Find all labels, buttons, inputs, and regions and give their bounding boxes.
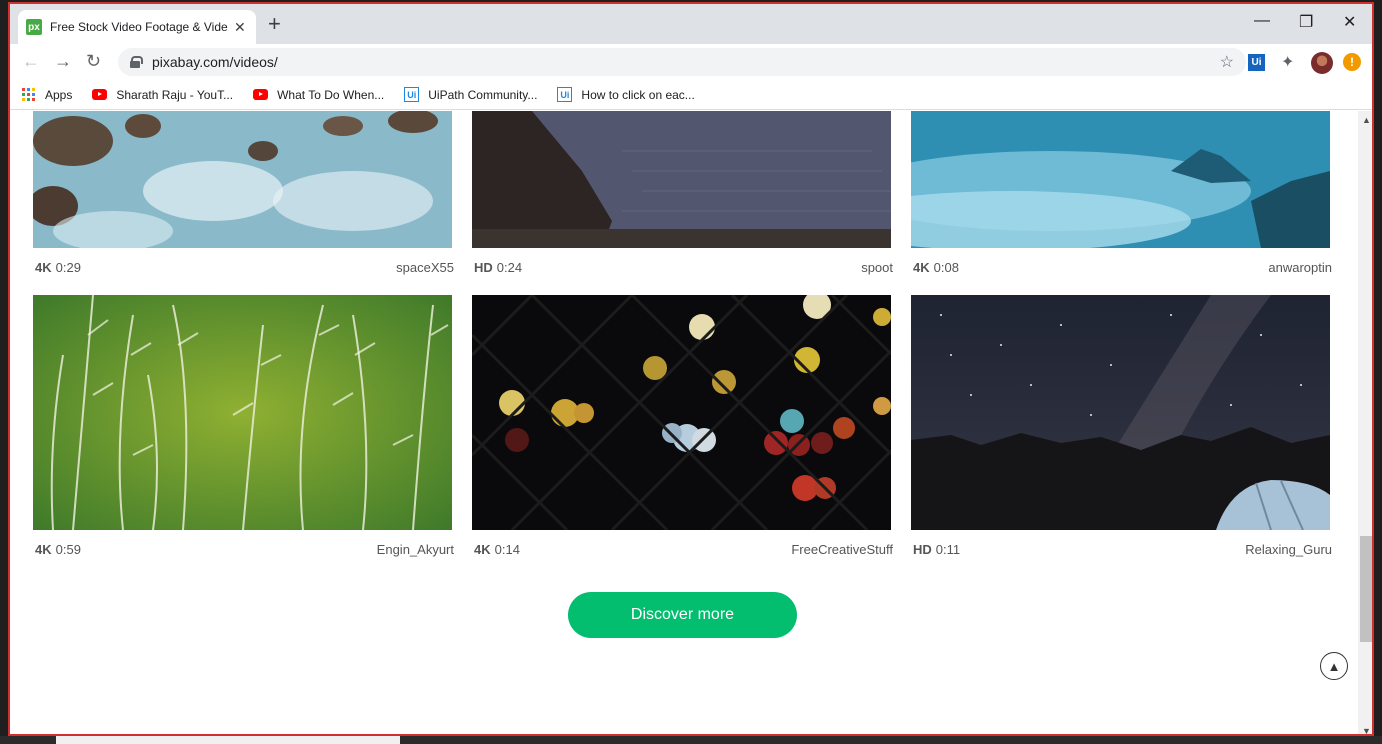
tab-title: Free Stock Video Footage & Vide	[50, 20, 228, 34]
profile-avatar[interactable]	[1311, 52, 1333, 74]
lock-icon	[130, 56, 143, 68]
url-text[interactable]: pixabay.com/videos/	[152, 54, 278, 70]
bookmark-label: What To Do When...	[277, 87, 385, 102]
uipath-icon: Ui	[404, 87, 420, 102]
video-meta: 4K 0:14 FreeCreativeStuff	[474, 542, 893, 557]
bookmark-star-icon[interactable]: ☆	[1220, 52, 1234, 72]
video-author[interactable]: Relaxing_Guru	[1245, 542, 1332, 557]
video-author[interactable]: FreeCreativeStuff	[791, 542, 893, 557]
bookmark-label: UiPath Community...	[428, 87, 538, 102]
pixabay-favicon-icon: px	[26, 19, 42, 35]
video-thumbnail-grass[interactable]	[33, 295, 452, 530]
bookmark-label: Sharath Raju - YouT...	[116, 87, 234, 102]
video-duration: 0:29	[55, 260, 81, 275]
scroll-up-arrow-icon[interactable]: ▲	[1362, 115, 1371, 125]
browser-tab[interactable]: px Free Stock Video Footage & Vide ✕	[18, 10, 256, 44]
bookmark-how-to-click[interactable]: Ui How to click on eac...	[557, 87, 695, 102]
video-duration: 0:14	[494, 542, 520, 557]
video-duration: 0:59	[55, 542, 81, 557]
close-window-icon[interactable]: ✕	[1343, 12, 1356, 32]
bookmark-label: How to click on eac...	[581, 87, 695, 102]
forward-arrow-icon[interactable]: →	[54, 51, 72, 72]
bookmark-apps[interactable]: Apps	[10, 88, 72, 102]
taskbar-search-box[interactable]	[56, 736, 400, 744]
video-duration: 0:11	[935, 542, 961, 557]
video-meta: 4K 0:29 spaceX55	[35, 260, 454, 275]
uipath-extension-icon[interactable]: Ui	[1248, 54, 1265, 71]
quality-badge: 4K	[35, 542, 52, 557]
update-alert-icon[interactable]: !	[1343, 53, 1361, 71]
reload-icon[interactable]: ↻	[86, 51, 101, 72]
youtube-icon	[253, 89, 269, 100]
tab-strip: px Free Stock Video Footage & Vide ✕ + —…	[10, 4, 1372, 44]
close-tab-icon[interactable]: ✕	[234, 19, 246, 36]
video-meta: 4K 0:59 Engin_Akyurt	[35, 542, 454, 557]
video-duration: 0:24	[496, 260, 523, 275]
quality-badge: HD	[913, 542, 932, 557]
video-thumbnail-bokeh-fence[interactable]	[472, 295, 891, 530]
video-thumbnail-night-sky-tent[interactable]	[911, 295, 1330, 530]
extensions-puzzle-icon[interactable]: ✦	[1281, 52, 1294, 72]
video-author[interactable]: spoot	[861, 260, 893, 275]
video-meta: HD 0:11 Relaxing_Guru	[913, 542, 1332, 557]
quality-badge: 4K	[913, 260, 930, 275]
uipath-icon: Ui	[557, 87, 573, 102]
new-tab-button[interactable]: +	[268, 13, 281, 35]
discover-more-button[interactable]: Discover more	[568, 592, 797, 638]
video-meta: 4K 0:08 anwaroptin	[913, 260, 1332, 275]
maximize-icon[interactable]: ❐	[1299, 12, 1313, 32]
quality-badge: HD	[474, 260, 493, 275]
bookmark-uipath-community[interactable]: Ui UiPath Community...	[404, 87, 537, 102]
page-scrollbar[interactable]: ▲ ▼	[1358, 111, 1372, 734]
bookmark-what-to-do[interactable]: What To Do When...	[253, 88, 384, 102]
video-thumbnail-lake-shore[interactable]	[472, 111, 891, 248]
quality-badge: 4K	[474, 542, 491, 557]
bookmarks-bar: Apps Sharath Raju - YouT... What To Do W…	[10, 80, 1372, 110]
address-bar[interactable]: pixabay.com/videos/ ☆	[118, 48, 1246, 76]
video-author[interactable]: anwaroptin	[1268, 260, 1332, 275]
video-duration: 0:08	[933, 260, 959, 275]
scroll-to-top-icon[interactable]: ▲	[1320, 652, 1348, 680]
back-arrow-icon[interactable]: ←	[22, 51, 40, 72]
youtube-icon	[92, 89, 108, 100]
apps-grid-icon	[22, 88, 35, 101]
video-thumbnail-ocean-rocks[interactable]	[33, 111, 452, 248]
scrollbar-thumb[interactable]	[1360, 536, 1372, 642]
browser-toolbar: ← → ↻ pixabay.com/videos/ ☆	[10, 44, 1372, 80]
video-thumbnail-cloud-sea[interactable]	[911, 111, 1330, 248]
quality-badge: 4K	[35, 260, 52, 275]
browser-window: px Free Stock Video Footage & Vide ✕ + —…	[8, 2, 1374, 736]
page-content: 4K 0:29 spaceX55 HD 0:24 spoot 4K 0:08 anwa…	[10, 111, 1358, 734]
video-author[interactable]: spaceX55	[396, 260, 454, 275]
bookmark-label: Apps	[45, 87, 73, 102]
bookmark-sharath-raju[interactable]: Sharath Raju - YouT...	[92, 88, 233, 102]
video-meta: HD 0:24 spoot	[474, 260, 893, 275]
video-author[interactable]: Engin_Akyurt	[377, 542, 454, 557]
minimize-icon[interactable]: —	[1254, 12, 1270, 30]
scroll-down-arrow-icon[interactable]: ▼	[1362, 726, 1371, 734]
